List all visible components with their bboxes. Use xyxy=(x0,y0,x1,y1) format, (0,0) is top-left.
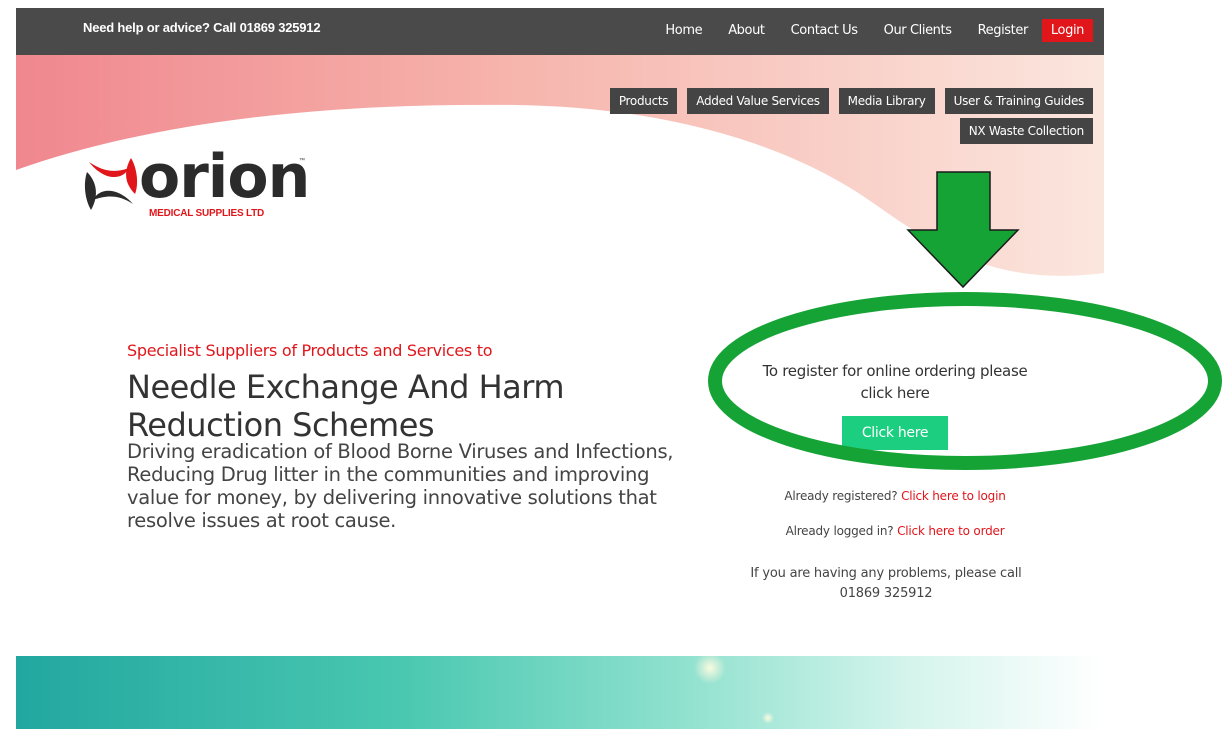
already-registered-text: Already registered? xyxy=(784,489,898,503)
nav-products-button[interactable]: Products xyxy=(609,88,678,114)
nav-media-library-button[interactable]: Media Library xyxy=(838,88,935,114)
login-link[interactable]: Click here to login xyxy=(901,489,1006,503)
already-logged-in-text: Already logged in? xyxy=(785,524,894,538)
hero-headline: Needle Exchange And Harm Reduction Schem… xyxy=(127,368,565,444)
hero-description: Driving eradication of Blood Borne Virus… xyxy=(127,440,674,532)
already-registered-line: Already registered? Click here to login xyxy=(730,489,1060,503)
login-button[interactable]: Login xyxy=(1041,19,1093,42)
register-panel: To register for online ordering please c… xyxy=(740,360,1050,450)
logo-subtitle: MEDICAL SUPPLIES LTD xyxy=(149,208,265,219)
order-link[interactable]: Click here to order xyxy=(897,524,1005,538)
logo-brand-text: orion xyxy=(139,142,310,212)
nav-about-link[interactable]: About xyxy=(728,19,765,42)
register-click-here-button[interactable]: Click here xyxy=(841,416,949,450)
logo-mark-icon xyxy=(84,158,138,210)
help-phone-text: Need help or advice? Call 01869 325912 xyxy=(83,20,321,35)
support-phone-text: If you are having any problems, please c… xyxy=(750,566,1022,601)
register-prompt: To register for online ordering please c… xyxy=(762,362,1028,402)
top-navigation: Home About Contact Us Our Clients Regist… xyxy=(639,19,1093,42)
orion-logo[interactable]: orion ™ MEDICAL SUPPLIES LTD xyxy=(83,142,313,224)
nav-home-link[interactable]: Home xyxy=(665,19,702,42)
main-navigation: Products Added Value Services Media Libr… xyxy=(533,88,1093,144)
nav-training-guides-button[interactable]: User & Training Guides xyxy=(944,88,1093,114)
nav-waste-collection-button[interactable]: NX Waste Collection xyxy=(959,118,1093,144)
nav-register-link[interactable]: Register xyxy=(978,19,1029,42)
logo-trademark: ™ xyxy=(299,158,305,164)
nav-contact-link[interactable]: Contact Us xyxy=(791,19,858,42)
already-logged-in-line: Already logged in? Click here to order xyxy=(730,524,1060,538)
page: Need help or advice? Call 01869 325912 H… xyxy=(16,8,1104,729)
nav-clients-link[interactable]: Our Clients xyxy=(884,19,952,42)
hero-tagline: Specialist Suppliers of Products and Ser… xyxy=(127,341,493,360)
nav-added-value-services-button[interactable]: Added Value Services xyxy=(687,88,829,114)
top-bar: Need help or advice? Call 01869 325912 H… xyxy=(16,8,1104,55)
footer-banner xyxy=(16,656,1104,729)
footer-glow-graphic xyxy=(694,656,774,724)
